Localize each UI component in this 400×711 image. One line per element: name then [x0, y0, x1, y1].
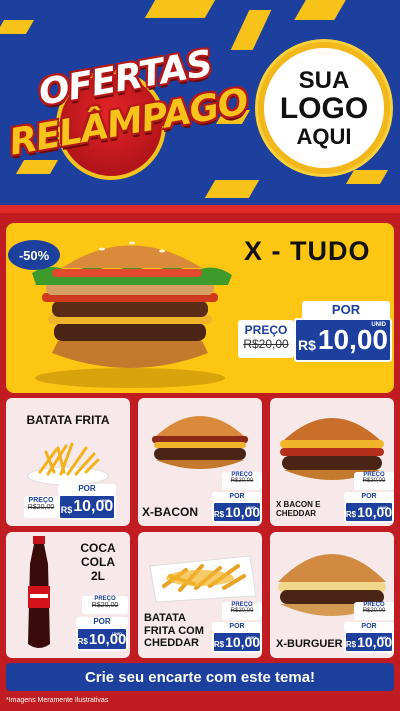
unit-label: UNID — [246, 505, 256, 510]
headline: OFERTAS RELÂMPAGO — [6, 43, 251, 180]
current-price: R$ 10,00 UNID — [344, 631, 394, 653]
price-value: 10,00 — [317, 324, 388, 355]
unit-label: UNID — [371, 322, 386, 328]
old-price: R$20,00 — [362, 608, 386, 614]
old-price-box: PREÇO R$20,00 — [222, 602, 262, 620]
price-tag-coca-cola: PREÇO R$20,00 POR R$ 10,00 UNID — [76, 596, 128, 654]
por-label: POR — [344, 622, 394, 631]
currency-symbol: R$ — [77, 637, 88, 646]
price-tag-x-bacon-cheddar: PREÇO R$20,00 POR R$ 10,00 UNID — [344, 472, 394, 524]
logo-text-2: LOGO — [279, 92, 369, 126]
lightning-bolt-shape — [204, 180, 260, 198]
product-name: X BACON E CHEDDAR — [276, 500, 321, 519]
unit-label: UNID — [378, 505, 388, 510]
unit-label: UNID — [246, 635, 256, 640]
old-price: R$20,00 — [91, 602, 119, 609]
old-price-box: PREÇO R$20,00 — [354, 472, 394, 490]
product-name: BATATA FRITA — [26, 413, 110, 427]
currency-symbol: R$ — [345, 639, 357, 649]
por-label: POR — [212, 492, 262, 501]
lightning-bolt-shape — [345, 170, 389, 184]
preco-label: PREÇO — [244, 323, 288, 337]
flyer: OFERTAS RELÂMPAGO SUA LOGO AQUI X - TUDO… — [0, 0, 400, 711]
current-price: R$ 10,00 UNID — [344, 501, 394, 523]
old-price: R$20,00 — [243, 337, 289, 351]
old-price-box: PREÇO R$20,00 — [222, 472, 262, 490]
burger-image — [152, 416, 248, 469]
currency-symbol: R$ — [345, 509, 357, 519]
preco-label: PREÇO — [28, 497, 54, 504]
divider — [0, 205, 400, 213]
por-label: POR — [58, 484, 116, 494]
logo-placeholder: SUA LOGO AQUI — [258, 42, 390, 174]
por-label: POR — [344, 492, 394, 501]
price-tag-x-burguer: PREÇO R$20,00 POR R$ 10,00 UNID — [344, 602, 394, 654]
old-price: R$20,00 — [230, 608, 254, 614]
por-label: POR — [302, 301, 390, 319]
logo-text-3: AQUI — [296, 123, 352, 149]
currency-symbol: R$ — [213, 639, 225, 649]
currency-symbol: R$ — [60, 504, 73, 515]
product-name: X-BACON — [142, 505, 198, 519]
discount-badge: -50% — [8, 240, 60, 270]
old-price-box: PREÇO R$20,00 — [24, 496, 58, 518]
old-price: R$20,00 — [362, 478, 386, 484]
feature-product-name: X - TUDO — [244, 236, 371, 266]
current-price: R$ 10,00 UNID — [76, 627, 128, 651]
current-price: R$ 10,00 UNID — [212, 631, 262, 653]
current-price: R$ 10,00 UNID — [294, 318, 392, 362]
cta-button[interactable]: Crie seu encarte com este tema! — [6, 663, 394, 691]
old-price: R$20,00 — [230, 478, 254, 484]
old-price: R$20,00 — [27, 504, 55, 511]
old-price-box: PREÇO R$20,00 — [238, 320, 294, 358]
old-price-box: PREÇO R$20,00 — [354, 602, 394, 620]
currency-symbol: R$ — [298, 337, 316, 353]
lightning-bolt-shape — [0, 20, 35, 34]
price-tag-fries: POR PREÇO R$20,00 R$ 10,00 UNID — [24, 484, 116, 520]
fries-image — [27, 442, 109, 486]
header-banner: OFERTAS RELÂMPAGO SUA LOGO AQUI — [0, 0, 400, 205]
unit-label: UNID — [112, 631, 122, 636]
price-tag-fries-cheddar: PREÇO R$20,00 POR R$ 10,00 UNID — [212, 602, 262, 654]
product-name: X-BURGUER — [276, 638, 343, 650]
feature-price-tag: POR PREÇO R$20,00 R$ 10,00 UNID — [238, 298, 392, 368]
price-tag-x-bacon: PREÇO R$20,00 POR R$ 10,00 UNID — [212, 472, 262, 524]
por-label: POR — [212, 622, 262, 631]
unit-label: UNID — [378, 635, 388, 640]
currency-symbol: R$ — [213, 509, 225, 519]
soda-bottle-image — [28, 536, 50, 648]
disclaimer-text: *Imagens Meramente Ilustrativas — [6, 697, 109, 704]
logo-text-1: SUA — [298, 67, 350, 95]
lightning-bolt-shape — [144, 0, 216, 18]
unit-label: UNID — [100, 498, 110, 503]
current-price: R$ 10,00 UNID — [58, 494, 116, 520]
por-label: POR — [76, 617, 128, 627]
current-price: R$ 10,00 UNID — [212, 501, 262, 523]
product-name: BATATA FRITA COM CHEDDAR — [144, 612, 204, 650]
lightning-bolt-shape — [294, 0, 346, 20]
old-price-box: PREÇO R$20,00 — [82, 596, 128, 614]
fries-cheddar-image — [149, 555, 257, 603]
product-name: COCA COLA 2L — [80, 541, 116, 583]
lightning-bolt-shape — [230, 10, 272, 50]
